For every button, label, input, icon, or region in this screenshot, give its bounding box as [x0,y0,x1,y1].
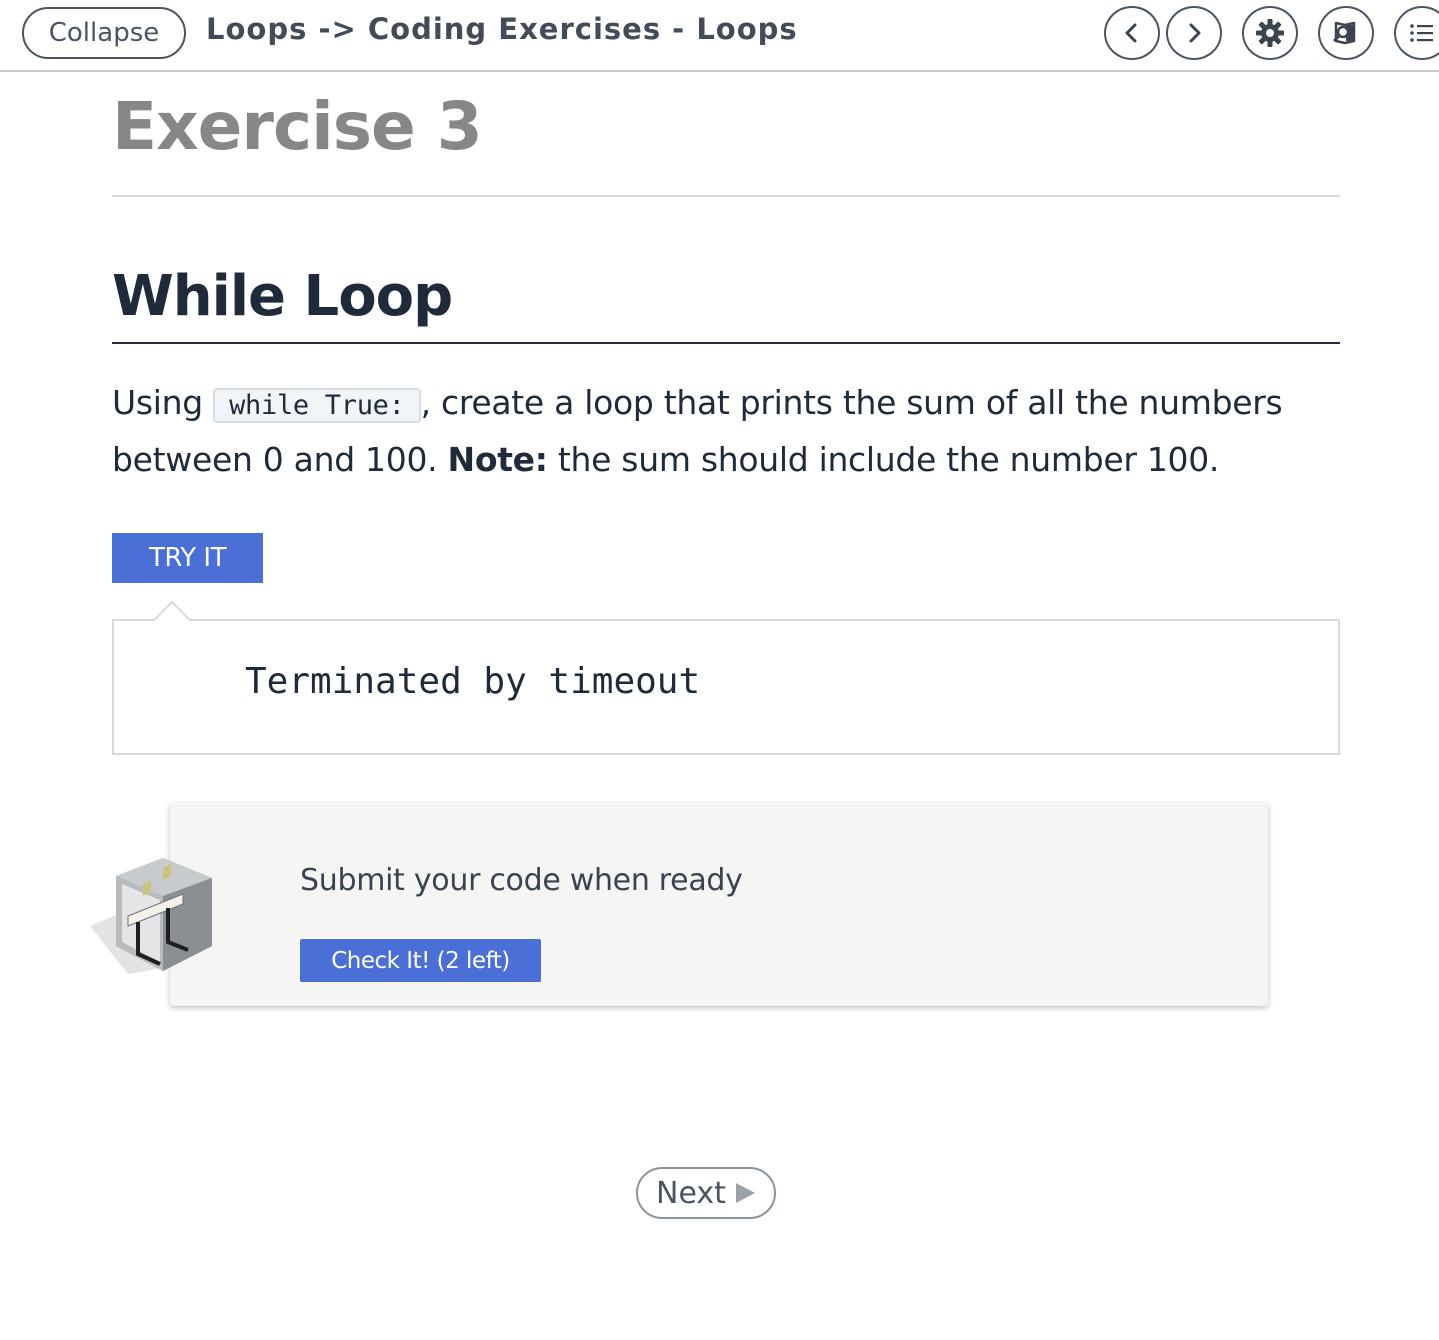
play-triangle-icon [735,1183,755,1203]
note-label: Note: [447,440,548,479]
collapse-button[interactable]: Collapse [22,7,186,59]
divider [112,342,1340,344]
inline-code: while True: [213,388,421,423]
exercise-instructions: Using while True:, create a loop that pr… [112,376,1340,487]
page-title: Exercise 3 [112,88,483,165]
settings-button[interactable] [1242,6,1298,60]
list-icon [1410,24,1433,42]
gear-icon [1256,19,1284,47]
note-text: the sum should include the number 100. [547,440,1220,479]
outline-button[interactable] [1394,6,1439,60]
output-panel: Terminated by timeout [112,619,1340,755]
try-it-button[interactable]: TRY IT [112,533,263,583]
section-title: While Loop [112,264,453,329]
divider [112,195,1340,197]
next-button[interactable]: Next [636,1167,776,1219]
output-text: Terminated by timeout [245,661,701,702]
check-it-button[interactable]: Check It! (2 left) [300,939,541,982]
instruction-text: Using [112,383,214,422]
chevron-left-icon [1125,23,1137,43]
top-bar: Collapse Loops -> Coding Exercises - Loo… [0,0,1439,72]
breadcrumb: Loops -> Coding Exercises - Loops [206,12,798,46]
next-page-button[interactable] [1166,6,1222,60]
next-label: Next [656,1175,726,1211]
previous-button[interactable] [1104,6,1160,60]
hurdle-box-icon [90,858,212,974]
chevron-right-icon [1189,23,1201,43]
submit-panel: Submit your code when ready Check It! (2… [170,803,1268,1006]
output-pointer [154,600,190,621]
submit-prompt: Submit your code when ready [300,863,743,898]
search-book-icon [1333,21,1356,45]
search-book-button[interactable] [1318,6,1374,60]
